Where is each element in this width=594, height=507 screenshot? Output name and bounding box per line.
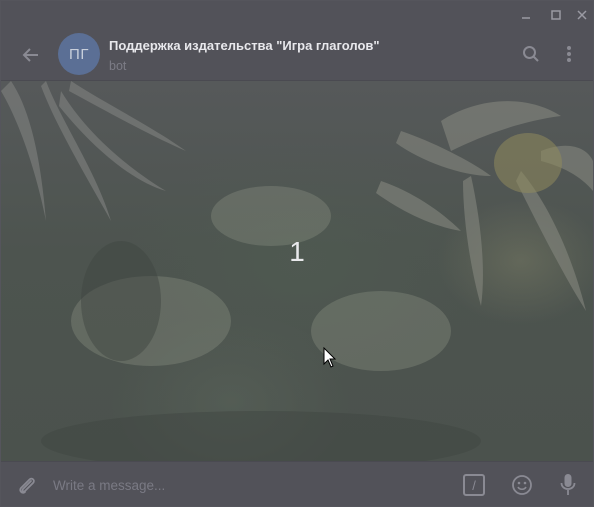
paperclip-icon [19, 477, 35, 494]
chat-avatar[interactable]: ПГ [58, 33, 100, 75]
microphone-icon [560, 474, 576, 495]
mouse-cursor-icon [323, 347, 337, 368]
bot-command-button[interactable]: / [463, 474, 485, 496]
chat-status: bot [109, 59, 127, 73]
bot-command-icon: / [472, 477, 476, 493]
close-button[interactable] [574, 7, 590, 23]
maximize-icon [551, 10, 561, 20]
more-vertical-icon [567, 46, 571, 62]
back-button[interactable] [19, 43, 43, 67]
wallpaper-image [1, 81, 593, 461]
attach-button[interactable] [15, 474, 39, 498]
emoji-icon [512, 475, 532, 495]
search-button[interactable] [519, 42, 543, 66]
emoji-button[interactable] [510, 473, 534, 497]
back-arrow-icon [22, 48, 38, 62]
chat-messages-area[interactable]: 1 [1, 81, 593, 461]
search-icon [523, 46, 539, 62]
telegram-window: ПГ Поддержка издательства "Игра глаголов… [0, 0, 594, 507]
minimize-icon [522, 17, 530, 19]
avatar-initials: ПГ [69, 45, 89, 63]
voice-message-button[interactable] [556, 473, 580, 497]
window-titlebar [1, 1, 593, 29]
message-input[interactable] [53, 472, 443, 498]
chat-header: ПГ Поддержка издательства "Игра глаголов… [1, 29, 593, 81]
more-menu-button[interactable] [559, 42, 579, 66]
chat-center-text: 1 [289, 236, 305, 267]
chat-title[interactable]: Поддержка издательства "Игра глаголов" [109, 38, 380, 53]
maximize-button[interactable] [548, 7, 564, 23]
close-icon [577, 10, 587, 20]
message-composer: / [1, 461, 593, 506]
minimize-button[interactable] [518, 7, 534, 23]
